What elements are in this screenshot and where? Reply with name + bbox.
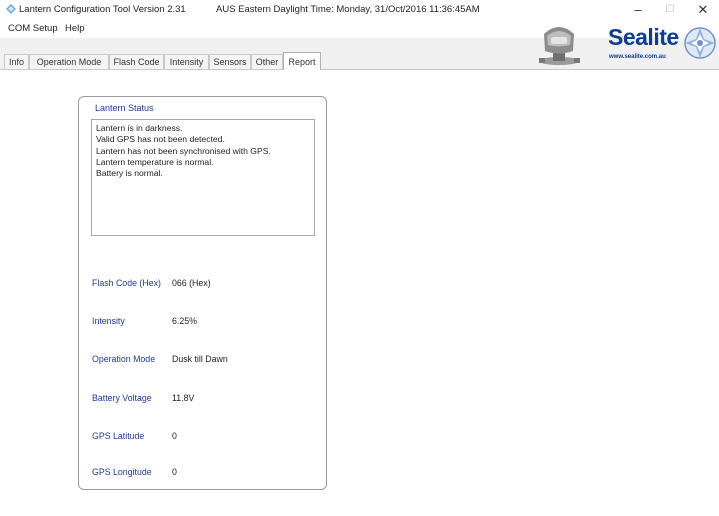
brand-url: www.sealite.com.au xyxy=(609,54,666,60)
intensity-label: Intensity xyxy=(92,316,125,326)
gps-latitude-label: GPS Latitude xyxy=(92,431,145,441)
app-icon xyxy=(6,4,16,14)
lantern-status-group: Lantern Status Lantern is in darkness. V… xyxy=(78,96,327,490)
maximize-button[interactable]: ☐ xyxy=(654,0,686,20)
tab-operation-mode[interactable]: Operation Mode xyxy=(29,54,109,69)
flash-code-value: 066 (Hex) xyxy=(172,278,211,288)
menu-com-setup[interactable]: COM Setup xyxy=(8,23,58,34)
status-line: Lantern temperature is normal. xyxy=(96,156,214,167)
tab-info[interactable]: Info xyxy=(4,54,29,69)
battery-voltage-value: 11.8V xyxy=(172,393,195,403)
intensity-value: 6.25% xyxy=(172,316,197,326)
sealite-logo: Sealite www.sealite.com.au xyxy=(604,24,718,64)
status-line: Valid GPS has not been detected. xyxy=(96,134,225,145)
tab-intensity[interactable]: Intensity xyxy=(164,54,209,69)
tab-other[interactable]: Other xyxy=(251,54,283,69)
operation-mode-value: Dusk till Dawn xyxy=(172,354,228,364)
title-bar: Lantern Configuration Tool Version 2.31 … xyxy=(0,0,719,20)
status-textbox[interactable]: Lantern is in darkness. Valid GPS has no… xyxy=(91,119,315,236)
gps-longitude-label: GPS Longitude xyxy=(92,467,152,477)
datetime-display: AUS Eastern Daylight Time: Monday, 31/Oc… xyxy=(216,4,480,15)
menu-help[interactable]: Help xyxy=(65,23,85,34)
group-title: Lantern Status xyxy=(95,103,154,113)
lantern-image xyxy=(539,27,580,65)
status-line: Battery is normal. xyxy=(96,168,163,179)
status-line: Lantern is in darkness. xyxy=(96,123,183,133)
tab-report[interactable]: Report xyxy=(283,52,321,70)
flash-code-label: Flash Code (Hex) xyxy=(92,278,161,288)
close-button[interactable]: ✕ xyxy=(687,0,719,20)
gps-longitude-value: 0 xyxy=(172,467,177,477)
brand-name: Sealite xyxy=(608,24,679,50)
compass-logo-icon xyxy=(684,27,716,59)
tab-flash-code[interactable]: Flash Code xyxy=(109,54,164,69)
status-line: Lantern has not been synchronised with G… xyxy=(96,145,271,156)
gps-latitude-value: 0 xyxy=(172,431,177,441)
minimize-button[interactable]: – xyxy=(622,0,654,20)
window-title: Lantern Configuration Tool Version 2.31 xyxy=(19,4,186,15)
battery-voltage-label: Battery Voltage xyxy=(92,393,152,403)
operation-mode-label: Operation Mode xyxy=(92,354,156,364)
tab-sensors[interactable]: Sensors xyxy=(209,54,251,69)
